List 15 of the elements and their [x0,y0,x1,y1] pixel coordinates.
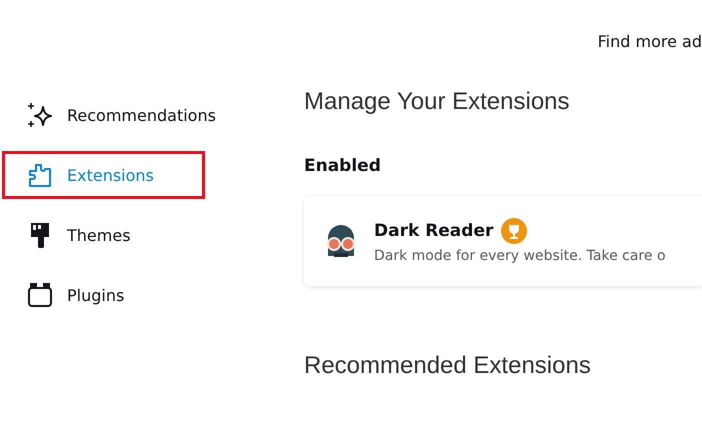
sidebar-item[interactable]: Themes [2,211,205,259]
page-heading: Manage Your Extensions [304,88,571,116]
plugin-block-icon [27,282,53,308]
extension-card[interactable]: Dark Reader Dark mode for every website. Take care o [304,196,702,286]
sparkle-icon [27,102,53,128]
section-heading: Recommended Extensions [304,352,592,380]
puzzle-piece-icon [27,162,53,188]
extension-description: Dark mode for every website. Take care o [374,248,666,264]
sidebar-item[interactable]: Extensions [2,151,205,199]
find-more-link[interactable]: Find more ad [598,32,702,52]
extension-name: Dark Reader [374,221,494,241]
sidebar-item[interactable]: Plugins [2,271,205,319]
sidebar-item[interactable]: Recommendations [2,91,233,139]
section-heading: Enabled [304,156,382,176]
skull-glasses-icon [324,222,358,260]
